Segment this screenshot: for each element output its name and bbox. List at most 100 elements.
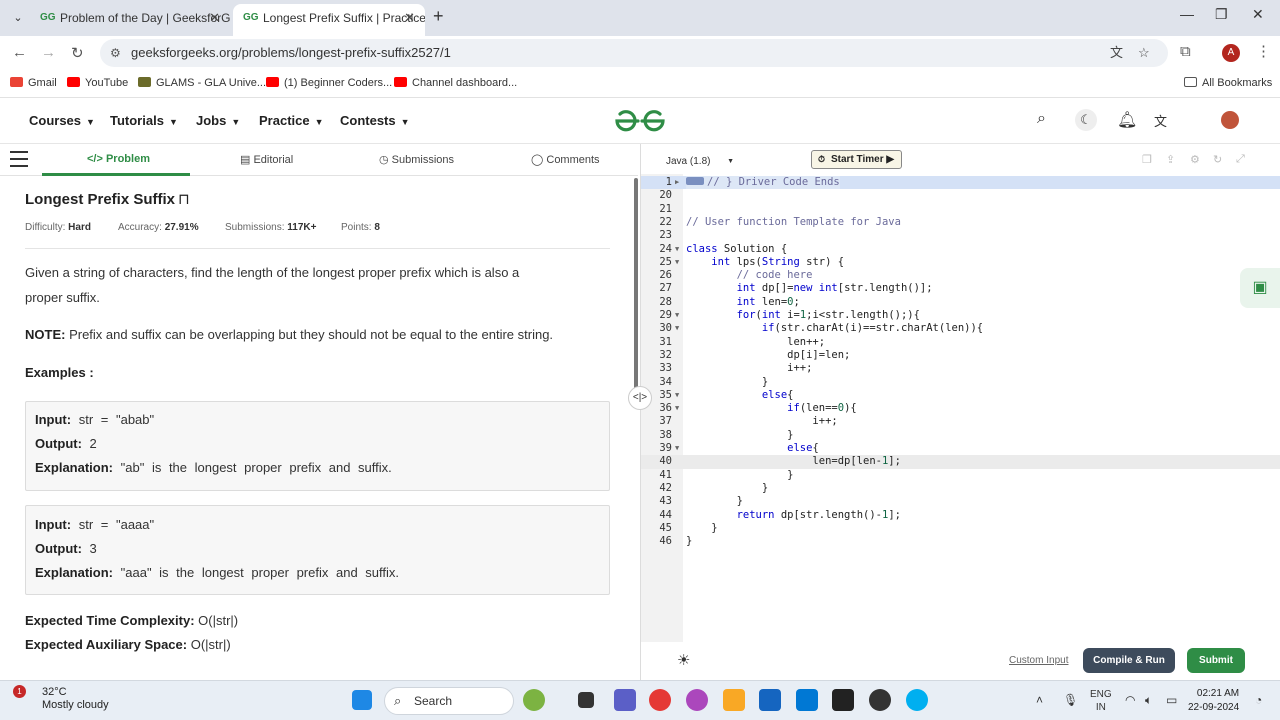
fold-toggle-icon[interactable]: ▼ [675,389,679,402]
windows-start-icon[interactable] [352,690,372,710]
start-timer-button[interactable]: ⏱ Start Timer ▶ [811,150,902,169]
language-icon[interactable]: 文 [1154,111,1167,130]
code-line[interactable]: 31 len++; [641,336,1280,349]
code-line[interactable]: 38 } [641,429,1280,442]
profile-avatar[interactable]: A [1222,44,1240,62]
user-avatar[interactable] [1221,111,1239,129]
code-line[interactable]: 40 len=dp[len-1]; [641,455,1280,469]
fold-toggle-icon[interactable]: ▼ [675,309,679,322]
code-line[interactable]: 28 int len=0; [641,296,1280,309]
code-line[interactable]: 30 ▼ if(str.charAt(i)==str.charAt(len)){ [641,322,1280,335]
code-line[interactable]: 1 ▶ // } Driver Code Ends [641,176,1280,190]
code-line[interactable]: 39 ▼ else{ [641,442,1280,455]
input-language[interactable]: ENG IN [1090,688,1112,714]
task-view-icon[interactable] [578,692,594,708]
fullscreen-icon[interactable]: ⤢ [1236,153,1245,166]
bookmark-star-icon[interactable]: ☆ [1138,39,1150,67]
site-info-icon[interactable]: ⚙ [110,39,121,67]
taskbar-search[interactable]: ⌕ Search [384,687,514,715]
tab-comments[interactable]: ◯ Comments [531,153,600,166]
bookmark-icon[interactable]: ⊓ [178,191,190,208]
tab-problem[interactable]: </> Problem [87,153,150,165]
back-arrow-icon[interactable]: ← [12,44,27,61]
upload-icon[interactable]: ⇪ [1166,153,1175,166]
code-line[interactable]: 37 i++; [641,415,1280,428]
settings-gear-icon[interactable]: ⚙ [1190,153,1200,166]
fold-toggle-icon[interactable]: ▼ [675,243,679,256]
reset-icon[interactable]: ↻ [1213,153,1222,166]
all-bookmarks[interactable]: All Bookmarks [1184,77,1272,89]
code-line[interactable]: 43 } [641,495,1280,508]
volume-icon[interactable]: 🔈︎ [1145,693,1152,708]
copilot-icon[interactable] [686,689,708,711]
wifi-icon[interactable]: ◠ [1125,693,1135,707]
code-line[interactable]: 26 // code here [641,269,1280,282]
teams-icon[interactable] [614,689,636,711]
bookmark-gmail[interactable]: Gmail [10,77,57,89]
code-line[interactable]: 34 } [641,376,1280,389]
fold-toggle-icon[interactable]: ▶ [675,176,679,189]
tray-overflow-chevron-icon[interactable]: ˄ [1036,693,1043,707]
code-line[interactable]: 41 } [641,469,1280,482]
extensions-icon[interactable]: ⧉ [1180,43,1191,60]
restore-icon[interactable]: ❐ [1215,6,1228,23]
fold-toggle-icon[interactable]: ▼ [675,322,679,335]
minimize-icon[interactable]: — [1180,6,1194,22]
system-clock[interactable]: 02:21 AM 22-09-2024 [1188,687,1239,715]
tab-editorial[interactable]: ▤ Editorial [240,153,293,166]
browser-menu-icon[interactable]: ⋮ [1256,42,1271,60]
nav-practice[interactable]: Practice ▼ [259,113,324,128]
code-line[interactable]: 33 i++; [641,362,1280,375]
code-line[interactable]: 23 [641,229,1280,242]
chrome-icon[interactable] [649,689,671,711]
widgets-icon[interactable] [523,689,545,711]
compile-run-button[interactable]: Compile & Run [1083,648,1175,673]
code-line[interactable]: 20 [641,189,1280,202]
code-line[interactable]: 27 int dp[]=new int[str.length()]; [641,282,1280,295]
fold-toggle-icon[interactable]: ▼ [675,402,679,415]
tab-submissions[interactable]: ◷ Submissions [379,153,454,166]
forward-arrow-icon[interactable]: → [41,44,56,61]
browser-tab-problem-of-day[interactable]: GG Problem of the Day | GeeksforG ✕ [30,4,230,36]
submit-button[interactable]: Submit [1187,648,1245,673]
reload-icon[interactable]: ↻ [71,44,84,62]
vscode-icon[interactable] [796,689,818,711]
chat-icon[interactable]: ▣ [1240,268,1280,308]
word-icon[interactable] [759,689,781,711]
hamburger-menu-icon[interactable] [10,151,28,167]
language-select[interactable]: Java (1.8) ▼ [660,152,742,172]
nav-jobs[interactable]: Jobs ▼ [196,113,240,128]
code-line[interactable]: 35 ▼ else{ [641,389,1280,402]
code-editor[interactable]: 1 ▶ // } Driver Code Ends 20 21 22 // User fun… [641,174,1280,642]
intellij-icon[interactable] [832,689,854,711]
nav-contests[interactable]: Contests ▼ [340,113,410,128]
bookmark-youtube[interactable]: YouTube [67,77,128,89]
url-field[interactable]: ⚙ geeksforgeeks.org/problems/longest-pre… [100,39,1168,67]
custom-input-link[interactable]: Custom Input [1009,655,1068,666]
code-line[interactable]: 45 } [641,522,1280,535]
code-line[interactable]: 42 } [641,482,1280,495]
search-icon[interactable]: ⌕ [1037,110,1046,128]
nav-courses[interactable]: Courses ▼ [29,113,95,128]
browser-tab-longest-prefix[interactable]: GG Longest Prefix Suffix | Practice | ✕ [233,4,425,36]
notification-bell-icon[interactable]: 🔔︎ [1117,110,1137,130]
bookmark-glams[interactable]: GLAMS - GLA Unive... [138,77,266,89]
close-tab-icon[interactable]: ✕ [404,4,415,32]
bookmark-channel-dashboard[interactable]: Channel dashboard... [394,77,517,89]
code-line[interactable]: 25 ▼ int lps(String str) { [641,256,1280,269]
microphone-icon[interactable]: 🎙︎ [1063,693,1078,707]
panel-resize-handle-icon[interactable]: <|> [628,386,652,410]
close-tab-icon[interactable]: ✕ [209,4,220,32]
nav-tutorials[interactable]: Tutorials ▼ [110,113,178,128]
problem-scrollbar[interactable] [634,178,638,408]
bookmark-beginner-coders[interactable]: (1) Beginner Coders... [266,77,392,89]
file-explorer-icon[interactable] [723,689,745,711]
code-line[interactable]: 24 ▼ class Solution { [641,243,1280,256]
code-line[interactable]: 32 dp[i]=len; [641,349,1280,362]
translate-icon[interactable]: 文 [1110,39,1123,67]
weather-widget[interactable]: 1 32°C Mostly cloudy [13,685,109,712]
code-line[interactable]: 21 [641,203,1280,216]
fold-toggle-icon[interactable]: ▼ [675,442,679,455]
tab-search-chevron-icon[interactable]: ⌄ [8,8,28,28]
copy-icon[interactable]: ❐ [1142,153,1152,166]
